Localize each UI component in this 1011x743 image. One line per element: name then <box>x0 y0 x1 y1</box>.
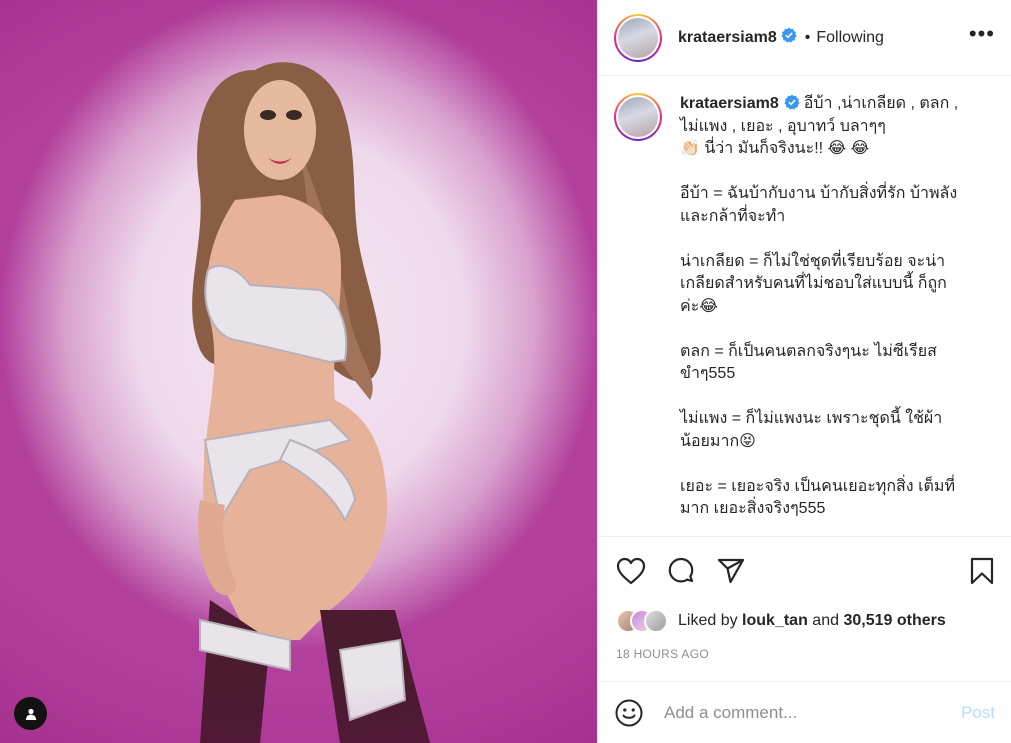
comment-form: Post <box>598 681 1011 743</box>
following-button[interactable]: Following <box>816 29 884 47</box>
photo-figure <box>192 62 430 743</box>
caption-text: krataersiam8 อีบ้า ,น่าเกลียด , ตลก , ไม่… <box>680 93 980 521</box>
caption: krataersiam8 อีบ้า ,น่าเกลียด , ตลก , ไม่… <box>614 93 995 521</box>
caption-line: ตลก = ก็เป็นคนตลกจริงๆนะ ไม่ซีเรียส <box>680 342 937 360</box>
header-separator: • <box>804 28 811 46</box>
comment-bubble-icon[interactable] <box>666 556 696 586</box>
likes-and: and <box>812 612 839 629</box>
caption-line: น้อยมาก😝 <box>680 432 756 450</box>
comments-area[interactable]: krataersiam8 อีบ้า ,น่าเกลียด , ตลก , ไม่… <box>598 77 1011 535</box>
verified-badge-icon <box>781 27 797 48</box>
caption-avatar[interactable] <box>614 93 662 141</box>
action-icons <box>616 555 995 587</box>
caption-line: 👏🏻 นี่ว่า มันก็จริงนะ!! 😂 😂 <box>680 140 870 157</box>
caption-line: ขำๆ555 <box>680 365 736 382</box>
post-actions: Liked by louk_tan and 30,519 others 18 H… <box>598 536 1011 681</box>
avatar[interactable] <box>614 13 662 62</box>
likes-prefix: Liked by <box>678 612 738 629</box>
heart-icon[interactable] <box>616 557 646 585</box>
caption-line: เกลียดสำหรับคนที่ไม่ชอบใส่แบบนี้ ก็ถูก <box>680 275 947 292</box>
caption-line: มาก เยอะสิ่งจริงๆ555 <box>680 500 826 517</box>
smiley-icon[interactable] <box>614 698 644 728</box>
post-header: krataersiam8 • Following ••• <box>598 0 1011 76</box>
likes-summary: Liked by louk_tan and 30,519 others <box>616 609 995 633</box>
paper-plane-icon[interactable] <box>716 557 746 585</box>
username-link[interactable]: krataersiam8 <box>678 29 777 47</box>
caption-line: ไม่แพง , เยอะ , อุบาทว์ บลาๆๆ <box>680 117 886 135</box>
verified-badge-icon <box>784 94 800 110</box>
more-options-icon[interactable]: ••• <box>969 22 995 53</box>
post-timestamp[interactable]: 18 HOURS AGO <box>616 647 995 661</box>
comment-input[interactable] <box>664 702 961 723</box>
caption-line: อีบ้า ,น่าเกลียด , ตลก , <box>803 95 959 112</box>
user-tag-button[interactable] <box>14 697 47 730</box>
liker-avatars <box>616 609 668 633</box>
user-tag-icon <box>25 708 36 720</box>
post-detail-panel: krataersiam8 • Following ••• krataersiam… <box>597 0 1011 743</box>
caption-line: และกล้าที่จะทำ <box>680 207 786 225</box>
caption-line: เยอะ = เยอะจริง เป็นคนเยอะทุกสิ่ง เต็มที… <box>680 477 956 495</box>
post-comment-button[interactable]: Post <box>961 703 995 723</box>
avatar <box>644 609 668 633</box>
caption-line: อีบ้า = ฉันบ้ากับงาน บ้ากับสิ่งที่รัก บ้… <box>680 185 958 202</box>
likes-others-link[interactable]: 30,519 others <box>843 612 945 630</box>
caption-line: ค่ะ😂 <box>680 297 718 315</box>
caption-line: ไม่แพง = ก็ไม่แพงนะ เพราะชุดนี้ ใช้ผ้า <box>680 410 943 427</box>
liked-by-user-link[interactable]: louk_tan <box>742 612 808 630</box>
post-photo[interactable] <box>0 0 597 743</box>
bookmark-icon[interactable] <box>969 557 995 585</box>
caption-username[interactable]: krataersiam8 <box>680 95 779 112</box>
caption-line: น่าเกลียด = ก็ไม่ใช่ชุดที่เรียบร้อย จะน่… <box>680 252 946 270</box>
